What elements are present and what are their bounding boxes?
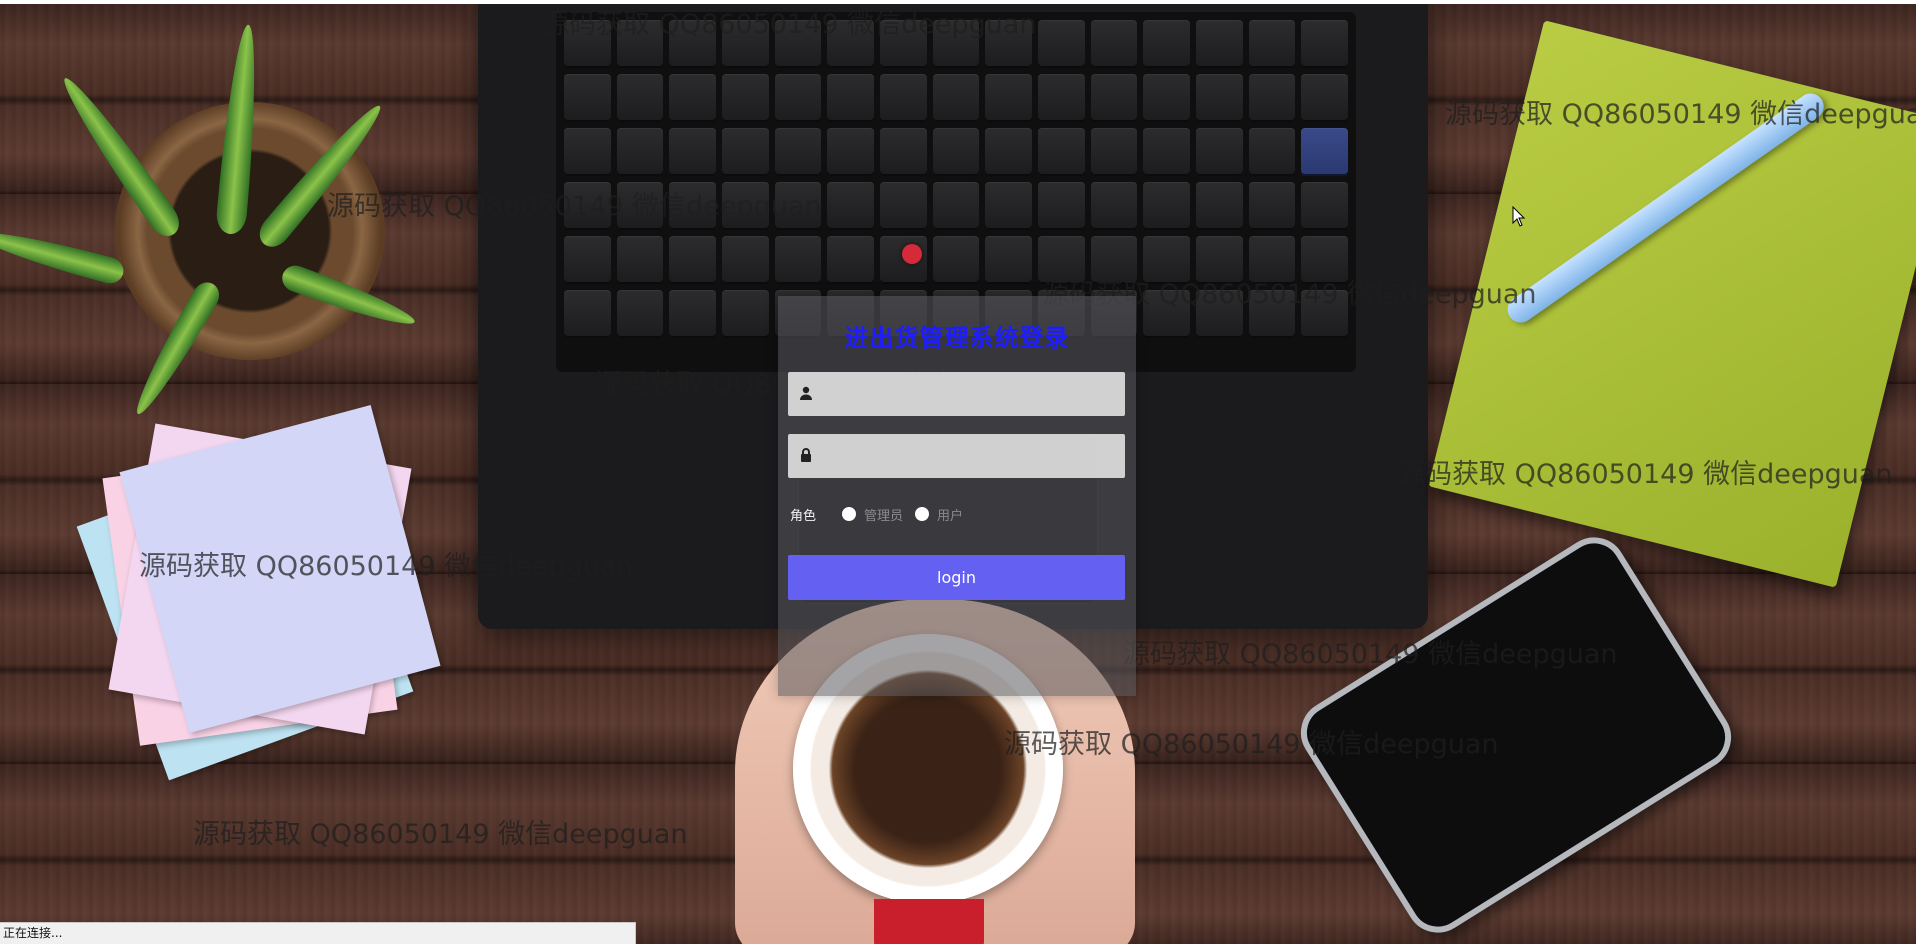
watermark: 源码获取 QQ86050149 微信deepguan xyxy=(542,9,1037,40)
user-icon xyxy=(798,385,814,401)
mouse-cursor xyxy=(1512,205,1526,232)
role-selector: 角色 管理员 用户 xyxy=(790,504,975,524)
watermark: 源码获取 QQ86050149 微信deepguan xyxy=(327,191,822,222)
watermark: 源码获取 QQ86050149 微信deepguan xyxy=(1445,99,1916,130)
radio-button[interactable] xyxy=(915,507,930,521)
lock-icon xyxy=(798,447,814,463)
login-button[interactable]: login xyxy=(788,555,1125,600)
watermark: 源码获取 QQ86050149 微信deepguan xyxy=(1123,639,1618,670)
trackpoint xyxy=(902,244,922,264)
role-option-admin[interactable]: 管理员 xyxy=(842,505,903,524)
role-option-label: 管理员 xyxy=(864,508,904,524)
login-title: 进出货管理系统登录 xyxy=(844,324,1070,352)
username-input[interactable] xyxy=(822,372,1121,418)
browser-status-bar: 正在连接... xyxy=(0,922,636,944)
password-input[interactable] xyxy=(822,434,1121,480)
watermark: 源码获取 QQ86050149 微信deepguan xyxy=(193,819,688,850)
username-field[interactable] xyxy=(788,372,1125,418)
watermark: 源码获取 QQ86050149 微信deepguan xyxy=(1004,729,1499,760)
password-field[interactable] xyxy=(788,434,1125,480)
role-option-label: 用户 xyxy=(937,508,964,524)
role-option-user[interactable]: 用户 xyxy=(915,505,963,524)
login-panel: 进出货管理系统登录 角色 管理员 用户 login xyxy=(778,296,1136,696)
watermark: 源码获取 QQ86050149 微信deepguan xyxy=(139,551,634,582)
watermark: 源码获取 QQ86050149 微信deepguan xyxy=(1398,459,1893,490)
cup-base xyxy=(874,899,984,944)
role-label: 角色 xyxy=(790,508,817,524)
radio-button[interactable] xyxy=(842,507,857,521)
